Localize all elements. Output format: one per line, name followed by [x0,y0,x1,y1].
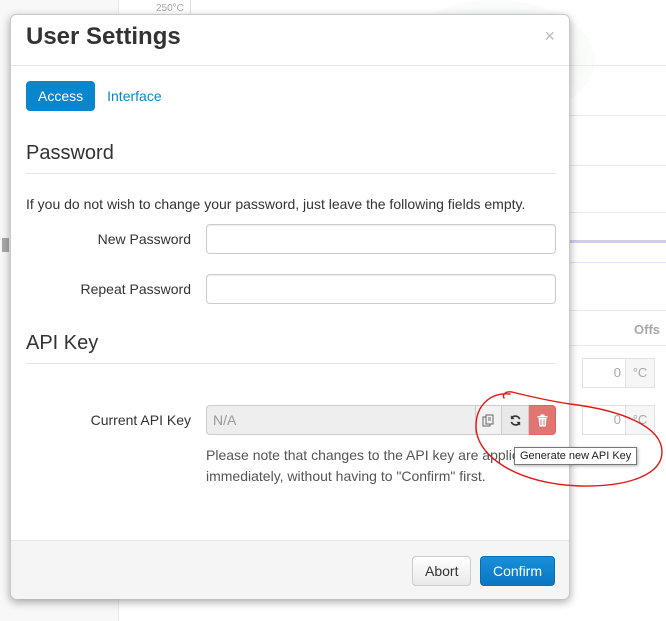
password-heading: Password [26,142,114,164]
dialog-footer: Abort Confirm [11,540,569,599]
api-key-note: Please note that changes to the API key … [206,447,528,484]
settings-tabs: Access Interface [26,81,174,111]
copy-api-key-button[interactable] [475,405,502,435]
user-settings-dialog: User Settings × Access Interface Passwor… [10,14,570,599]
tab-access[interactable]: Access [26,81,96,111]
confirm-button[interactable]: Confirm [480,556,556,586]
generate-api-key-tooltip: Generate new API Key [514,447,638,465]
new-password-field[interactable] [206,224,556,254]
current-api-key-label: Current API Key [90,412,191,428]
tab-interface[interactable]: Interface [95,81,173,111]
refresh-icon [510,414,520,426]
current-api-key-field: N/A [206,405,475,435]
section-divider [26,363,556,364]
copy-icon [482,414,494,426]
delete-api-key-button[interactable] [529,405,556,435]
abort-button[interactable]: Abort [412,556,472,586]
section-divider [26,173,556,174]
api-key-input-group: N/A [206,405,556,435]
close-icon[interactable]: × [544,27,555,45]
password-help-text: If you do not wish to change your passwo… [26,196,526,212]
dialog-header: User Settings × [11,15,569,66]
dialog-title: User Settings [26,23,181,50]
repeat-password-field[interactable] [206,274,556,304]
trash-icon [537,414,547,426]
new-password-label: New Password [97,231,191,247]
repeat-password-label: Repeat Password [80,281,191,297]
api-key-heading: API Key [26,332,99,354]
generate-api-key-button[interactable] [502,405,529,435]
